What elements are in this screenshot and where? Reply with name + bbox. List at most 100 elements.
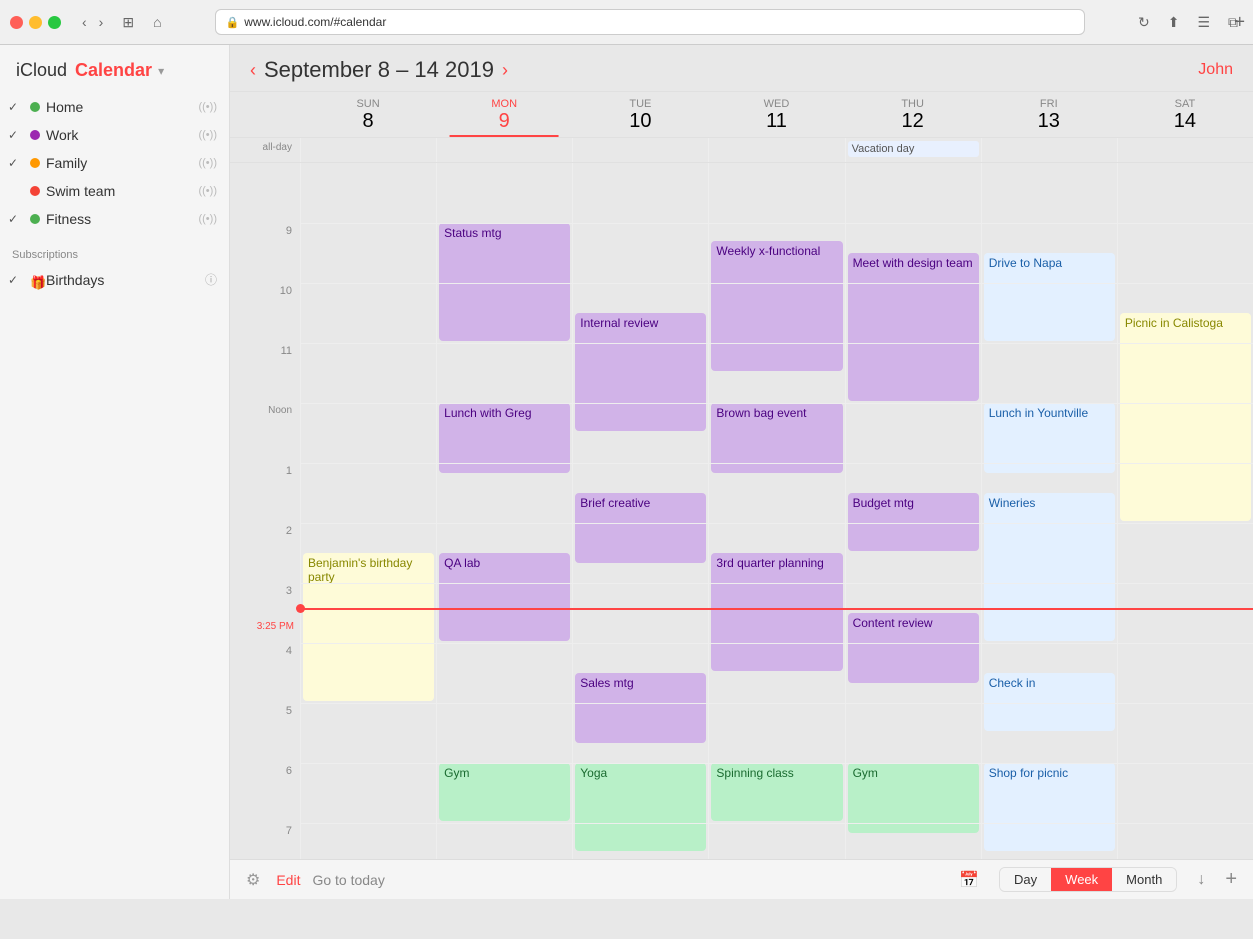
allday-cell-fri[interactable] [981,138,1117,162]
allday-cell-mon[interactable] [436,138,572,162]
calendar-name: Swim team [46,183,192,199]
minimize-button[interactable] [29,16,42,29]
day-header-wed[interactable]: WED 11 [708,92,844,137]
calendar-event[interactable]: Meet with design team [848,253,979,401]
calendar-event[interactable]: Content review [848,613,979,683]
calendar-event[interactable]: Yoga [575,763,706,851]
maximize-button[interactable] [48,16,61,29]
allday-cell-sun[interactable] [300,138,436,162]
hour-line [300,283,1253,284]
grid-column-2[interactable]: Internal review Brief creative Sales mtg Yo… [572,163,708,859]
wifi-icon: ((•)) [198,129,217,141]
close-button[interactable] [10,16,23,29]
calendar-name: Work [46,127,192,143]
tab-view-button[interactable]: ⊞ [116,12,140,33]
calendar-event[interactable]: Picnic in Calistoga [1120,313,1251,521]
calendar-event[interactable]: Budget mtg [848,493,979,551]
calendar-event[interactable]: Wineries [984,493,1115,641]
hour-line [300,763,1253,764]
forward-button[interactable]: › [94,12,109,32]
time-label-5: 5 [230,703,300,763]
share-button[interactable]: ⬆ [1163,12,1185,33]
allday-cell-wed[interactable] [708,138,844,162]
edit-button[interactable]: Edit [276,872,300,888]
reader-button[interactable]: ☰ [1192,12,1215,33]
calendar-event[interactable]: Benjamin's birthday party [303,553,434,701]
calendar-name: Family [46,155,192,171]
calendar-event[interactable]: 3rd quarter planning [711,553,842,671]
day-header-fri[interactable]: FRI 13 [981,92,1117,137]
time-grid: 9 10 11 Noon 1 2 3:25 PM 3 4 5 6 7 8 Ben… [230,163,1253,859]
allday-cell-sat[interactable] [1117,138,1253,162]
user-name[interactable]: John [1198,61,1233,79]
hour-line [300,643,1253,644]
sidebar-item-work[interactable]: ✓ Work ((•)) [0,121,229,149]
traffic-lights [10,16,61,29]
grid-column-6[interactable]: Picnic in Calistoga [1117,163,1253,859]
check-icon: ✓ [8,100,24,114]
calendar-label[interactable]: Calendar [75,60,152,81]
home-button[interactable]: ⌂ [148,12,166,32]
grid-column-4[interactable]: Meet with design team Budget mtg Content r… [845,163,981,859]
add-event-button[interactable]: + [1225,868,1237,891]
allday-cell-thu[interactable]: Vacation day [845,138,981,162]
go-to-today-button[interactable]: Go to today [312,872,947,888]
calendar-event[interactable]: Spinning class [711,763,842,821]
check-icon: ✓ [8,273,24,287]
sidebar-item-swimteam[interactable]: ✓ Swim team ((•)) [0,177,229,205]
allday-cell-tue[interactable] [572,138,708,162]
calendar-event[interactable]: Gym [439,763,570,821]
sidebar-item-home[interactable]: ✓ Home ((•)) [0,93,229,121]
calendar-event[interactable]: Check in [984,673,1115,731]
time-label-noon: Noon [230,403,300,463]
title-chevron-icon[interactable]: ▾ [158,64,164,78]
day-header-sun[interactable]: SUN 8 [300,92,436,137]
day-header-thu[interactable]: THU 12 [845,92,981,137]
grid-column-1[interactable]: Status mtgLunch with GregQA labGymDinner… [436,163,572,859]
view-switcher: Day Week Month [999,867,1177,892]
calendar-event[interactable]: Status mtg [439,223,570,341]
back-button[interactable]: ‹ [77,12,92,32]
download-button[interactable]: ↓ [1197,871,1205,889]
sidebar: iCloud Calendar ▾ ✓ Home ((•)) ✓ Work ((… [0,45,230,899]
wifi-icon: ((•)) [198,185,217,197]
calendar-event[interactable]: Weekly x-functional [711,241,842,371]
month-view-button[interactable]: Month [1112,868,1176,891]
info-icon[interactable]: ⓘ [205,271,217,288]
calendar-name: Birthdays [46,272,199,288]
day-header-sat[interactable]: SAT 14 [1117,92,1253,137]
sidebar-item-fitness[interactable]: ✓ Fitness ((•)) [0,205,229,233]
time-label-3: 3:25 PM 3 [230,583,300,643]
wifi-icon: ((•)) [198,157,217,169]
time-label-9: 9 [230,223,300,283]
hour-line [300,823,1253,824]
calendar-event[interactable]: Drive to Napa [984,253,1115,341]
grid-columns: Benjamin's birthday partyStatus mtgLunch… [300,163,1253,859]
grid-column-0[interactable]: Benjamin's birthday party [300,163,436,859]
week-view-button[interactable]: Week [1051,868,1112,891]
lock-icon: 🔒 [226,16,240,29]
day-header-mon[interactable]: MON 9 [436,92,572,137]
settings-button[interactable]: ⚙ [246,870,260,890]
calendar-list: ✓ Home ((•)) ✓ Work ((•)) ✓ Family ((•))… [0,93,229,241]
calendar-event[interactable]: Internal review [575,313,706,431]
sidebar-item-birthdays[interactable]: ✓ 🎁 Birthdays ⓘ [0,265,229,294]
day-header-tue[interactable]: TUE 10 [572,92,708,137]
allday-event-vacation[interactable]: Vacation day [848,141,979,157]
reload-button[interactable]: ↻ [1133,12,1155,33]
grid-column-3[interactable]: Weekly x-functionalBrown bag event3rd qu… [708,163,844,859]
next-week-button[interactable]: › [502,60,508,81]
color-dot [30,158,40,168]
url-bar[interactable]: 🔒 www.icloud.com/#calendar [215,9,1085,35]
calendar-event[interactable]: Brief creative [575,493,706,563]
sidebar-item-family[interactable]: ✓ Family ((•)) [0,149,229,177]
grid-column-5[interactable]: Drive to NapaLunch in YountvilleWineries… [981,163,1117,859]
time-label-4: 4 [230,643,300,703]
add-tab-button[interactable]: + [1234,12,1245,33]
calendar-event[interactable]: Shop for picnic [984,763,1115,851]
calendar-event[interactable]: QA lab [439,553,570,641]
calendar-event[interactable]: Sales mtg [575,673,706,743]
prev-week-button[interactable]: ‹ [250,60,256,81]
day-view-button[interactable]: Day [1000,868,1051,891]
grid-view-icon[interactable]: 📅 [959,870,979,890]
